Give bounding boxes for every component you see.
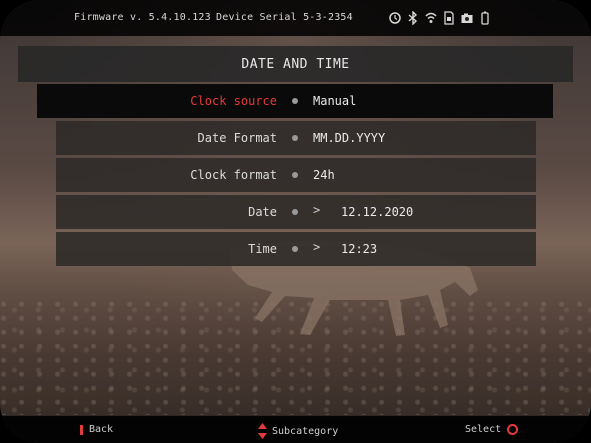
menu-row-clock-source[interactable]: Clock source Manual <box>37 84 553 118</box>
subcategory-hint[interactable]: Subcategory <box>258 423 338 439</box>
row-dot <box>292 135 298 141</box>
row-value: 12:23 <box>341 242 378 256</box>
menu-row-time[interactable]: Time > 12:23 <box>56 232 536 266</box>
firmware-version: Firmware v. 5.4.10.123 <box>74 12 211 23</box>
row-dot <box>292 246 298 252</box>
device-serial: Device Serial 5-3-2354 <box>216 12 353 23</box>
row-label: Time <box>248 242 277 256</box>
row-label: Date Format <box>197 131 277 145</box>
chevron-right-icon: > <box>313 203 321 217</box>
device-screen: Firmware v. 5.4.10.123 Device Serial 5-3… <box>0 0 591 443</box>
timer-icon <box>389 10 401 24</box>
page-title: DATE AND TIME <box>241 56 350 72</box>
row-label: Date <box>248 205 277 219</box>
row-label: Clock format <box>190 168 277 182</box>
row-value: 12.12.2020 <box>341 205 414 219</box>
back-hint[interactable]: Back <box>80 424 113 435</box>
select-hint[interactable]: Select <box>465 424 519 435</box>
menu-row-date-format[interactable]: Date Format MM.DD.YYYY <box>56 121 536 155</box>
row-value: 24h <box>313 168 335 182</box>
bluetooth-icon <box>407 10 419 26</box>
back-label: Back <box>89 424 114 435</box>
subcategory-label: Subcategory <box>272 425 339 437</box>
wifi-icon <box>425 10 437 24</box>
menu-row-clock-format[interactable]: Clock format 24h <box>56 158 536 192</box>
back-button-icon <box>80 424 83 435</box>
battery-icon <box>479 10 491 25</box>
up-down-arrows-icon <box>258 423 267 439</box>
row-dot <box>292 98 298 104</box>
row-label: Clock source <box>190 94 277 108</box>
status-bar: Firmware v. 5.4.10.123 Device Serial 5-3… <box>0 0 591 36</box>
footer-bar: Back Subcategory Select <box>0 416 591 443</box>
row-value: Manual <box>313 94 357 108</box>
status-icons <box>389 10 491 26</box>
row-value: MM.DD.YYYY <box>313 131 386 145</box>
camera-icon <box>461 10 473 24</box>
select-button-icon <box>507 424 519 435</box>
row-dot <box>292 209 298 215</box>
row-dot <box>292 172 298 178</box>
sd-card-icon <box>443 10 455 25</box>
menu-header: DATE AND TIME <box>18 46 573 82</box>
menu-row-date[interactable]: Date > 12.12.2020 <box>56 195 536 229</box>
select-label: Select <box>465 424 502 435</box>
chevron-right-icon: > <box>313 240 321 254</box>
